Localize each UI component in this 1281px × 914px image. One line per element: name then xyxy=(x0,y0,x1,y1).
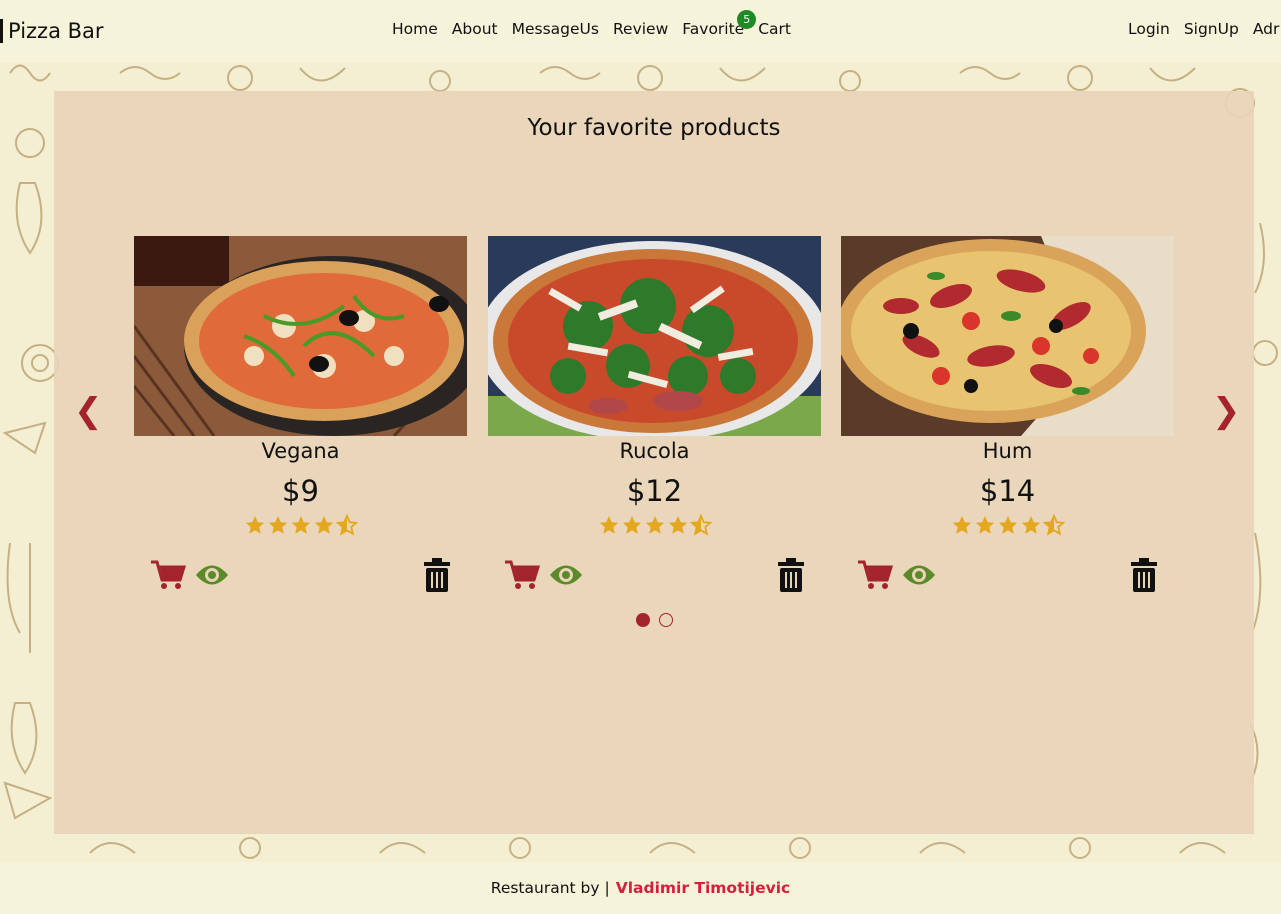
footer-author-link[interactable]: Vladimir Timotijevic xyxy=(616,879,791,897)
favorite-count-badge: 5 xyxy=(737,10,757,29)
footer-text: Restaurant by | xyxy=(490,879,610,897)
product-rating xyxy=(488,514,821,536)
nav-home[interactable]: Home xyxy=(392,20,438,38)
star-full-icon xyxy=(952,515,971,534)
footer: Restaurant by | Vladimir Timotijevic xyxy=(0,862,1281,914)
star-full-icon xyxy=(622,515,641,534)
product-price: $14 xyxy=(979,474,1036,508)
product-name: Rucola xyxy=(619,439,690,463)
delete-favorite-icon[interactable] xyxy=(777,558,805,592)
brand-name: Pizza Bar xyxy=(8,19,104,43)
product-price: $12 xyxy=(626,474,683,508)
add-to-cart-icon[interactable] xyxy=(857,559,893,591)
nav-messageus[interactable]: MessageUs xyxy=(512,20,599,38)
brand-bar xyxy=(0,19,3,43)
delete-favorite-icon[interactable] xyxy=(423,558,451,592)
star-full-icon xyxy=(668,515,687,534)
nav-review[interactable]: Review xyxy=(613,20,668,38)
brand-logo[interactable]: Pizza Bar xyxy=(0,17,104,45)
carousel-indicators xyxy=(54,613,1254,627)
favorites-panel: Your favorite products ❮ ❯ Vegana $9 Ruc… xyxy=(54,91,1254,834)
add-to-cart-icon[interactable] xyxy=(504,559,540,591)
star-full-icon xyxy=(998,515,1017,534)
navbar: Pizza Bar Home About MessageUs Review Fa… xyxy=(0,0,1281,63)
nav-about[interactable]: About xyxy=(452,20,498,38)
star-half-icon xyxy=(1042,514,1065,536)
product-price: $9 xyxy=(282,474,319,508)
star-full-icon xyxy=(645,515,664,534)
star-half-icon xyxy=(689,514,712,536)
product-name: Hum xyxy=(982,439,1033,463)
nav-login[interactable]: Login xyxy=(1128,20,1170,38)
delete-favorite-icon[interactable] xyxy=(1130,558,1158,592)
product-rating xyxy=(841,514,1174,536)
carousel-dot-2[interactable] xyxy=(658,613,673,627)
nav-cart[interactable]: Cart xyxy=(758,20,791,38)
view-product-icon[interactable] xyxy=(901,562,937,588)
star-half-icon xyxy=(335,514,358,536)
carousel-dot-1[interactable] xyxy=(635,613,650,627)
star-full-icon xyxy=(599,515,618,534)
nav-favorite-label: Favorite xyxy=(682,20,745,38)
nav-signup[interactable]: SignUp xyxy=(1184,20,1239,38)
carousel-prev-button[interactable]: ❮ xyxy=(74,391,103,431)
nav-favorite[interactable]: Favorite 5 xyxy=(682,10,757,38)
product-card-hum: Hum $14 xyxy=(841,236,1174,596)
nav-admin[interactable]: Adr xyxy=(1253,20,1280,38)
page-title: Your favorite products xyxy=(527,115,781,141)
star-full-icon xyxy=(245,515,264,534)
star-full-icon xyxy=(1021,515,1040,534)
product-image-rucola xyxy=(488,236,821,436)
carousel-next-button[interactable]: ❯ xyxy=(1212,391,1241,431)
view-product-icon[interactable] xyxy=(194,562,230,588)
view-product-icon[interactable] xyxy=(548,562,584,588)
main-nav: Home About MessageUs Review Favorite 5 C… xyxy=(392,10,791,38)
add-to-cart-icon[interactable] xyxy=(150,559,186,591)
product-name: Vegana xyxy=(261,439,340,463)
star-full-icon xyxy=(291,515,310,534)
product-card-rucola: Rucola $12 xyxy=(488,236,821,596)
product-rating xyxy=(134,514,467,536)
star-full-icon xyxy=(314,515,333,534)
product-image-vegana xyxy=(134,236,467,436)
product-image-hum xyxy=(841,236,1174,436)
product-card-vegana: Vegana $9 xyxy=(134,236,467,596)
auth-nav: Login SignUp Adr xyxy=(1128,20,1279,38)
star-full-icon xyxy=(268,515,287,534)
star-full-icon xyxy=(975,515,994,534)
